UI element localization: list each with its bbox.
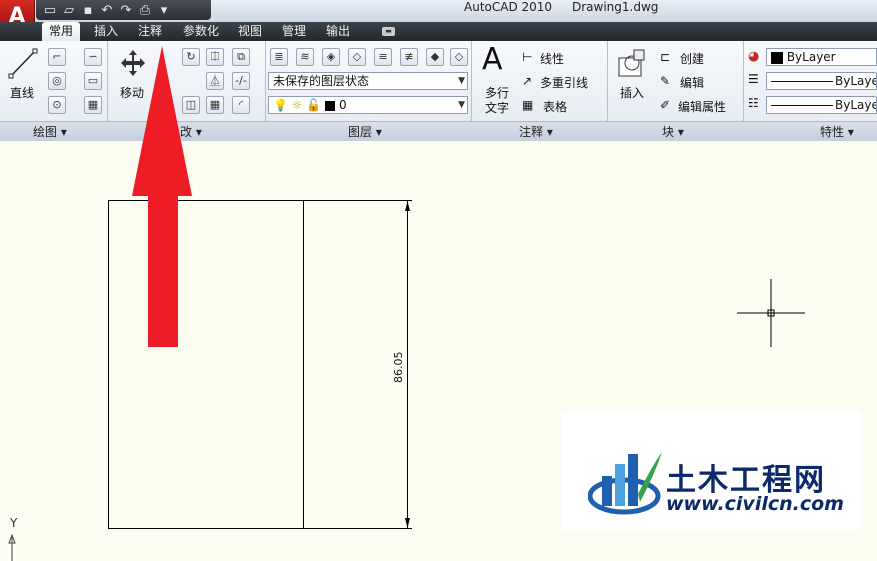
hatch-icon[interactable]: ▦ (84, 96, 102, 114)
dimension-text: 86.05 (392, 351, 405, 384)
multileader-label[interactable]: 多重引线 (540, 74, 588, 91)
rectangle-icon[interactable]: ▭ (84, 72, 102, 90)
color-wheel-icon: ◕ (748, 49, 760, 64)
multileader-icon[interactable]: ↗ (522, 74, 532, 88)
edit-block-icon[interactable]: ✎ (660, 74, 670, 88)
copy-icon[interactable]: ⧉ (232, 48, 250, 66)
layer-dropdown[interactable]: 💡 ☼ 🔓 0 ▼ (268, 96, 468, 114)
unlock-icon: 🔓 (306, 98, 322, 112)
chevron-down-icon: ▼ (458, 100, 465, 110)
mtext-label-2[interactable]: 文字 (485, 99, 509, 116)
watermark-logo (588, 452, 662, 515)
dropdown-icon[interactable]: ▾ (156, 3, 172, 18)
polyline-icon[interactable]: ⌐ (48, 48, 66, 66)
mtext-icon[interactable]: A (482, 42, 503, 77)
line-icon[interactable] (8, 48, 38, 80)
insert-block-icon[interactable] (616, 48, 648, 80)
current-layer-value: 0 (338, 98, 347, 112)
lightbulb-icon: 💡 (273, 98, 288, 112)
edit-attribute-icon[interactable]: ✐ (660, 98, 670, 112)
sun-icon: ☼ (291, 98, 303, 112)
crosshair-cursor (737, 279, 805, 347)
watermark-url: www.civilcn.com (666, 493, 844, 515)
layer-match-icon[interactable]: ≡ (374, 48, 392, 66)
layers-panel-title[interactable]: 图层 ▾ (348, 123, 382, 140)
color-value: ByLayer (786, 50, 836, 64)
color-swatch-icon (771, 51, 783, 64)
dimension-arrow-bottom (405, 518, 410, 528)
layer-previous-icon[interactable]: ≢ (400, 48, 418, 66)
edit-block-label[interactable]: 编辑 (680, 74, 704, 91)
linetype-dropdown[interactable]: ByLayer (766, 72, 877, 90)
edit-attribute-label[interactable]: 编辑属性 (678, 98, 726, 115)
ellipse-icon[interactable]: ⊙ (48, 96, 66, 114)
layer-lock-icon[interactable]: ◇ (450, 48, 468, 66)
annotation-panel-title[interactable]: 注释 ▾ (519, 123, 553, 140)
properties-panel-title[interactable]: 特性 ▾ (820, 123, 854, 140)
red-arrow-annotation (132, 46, 192, 347)
linetype-icon: ☰ (748, 72, 759, 86)
table-label[interactable]: 表格 (543, 98, 567, 115)
app-title: AutoCAD 2010 (464, 0, 553, 14)
linetype-value: ByLayer (835, 74, 876, 88)
spline-icon[interactable]: ∽ (84, 48, 102, 66)
mirror-icon[interactable]: ⏅ (206, 72, 224, 90)
layer-state-value: 未保存的图层状态 (273, 74, 370, 88)
layer-states-icon[interactable]: ≋ (296, 48, 314, 66)
quick-access-toolbar: ▭ ▱ ▪ ↶ ↷ ⎙ ▾ (36, 0, 211, 20)
dimension-arrow-top (405, 201, 410, 211)
lineweight-icon: ☷ (748, 96, 759, 110)
chamfer-icon[interactable]: ◜ (232, 96, 250, 114)
line-button-label[interactable]: 直线 (10, 84, 34, 101)
tab-view[interactable]: 视图 (230, 22, 270, 41)
tab-insert[interactable]: 插入 (86, 22, 126, 41)
ribbon-minimize-button[interactable]: ▬ (382, 27, 395, 36)
lineweight-value: ByLayer (835, 98, 876, 112)
draw-panel-title[interactable]: 绘图 ▾ (33, 123, 67, 140)
circle-icon[interactable]: ◎ (48, 72, 66, 90)
save-icon[interactable]: ▪ (80, 3, 96, 18)
plot-icon[interactable]: ⎙ (137, 3, 153, 18)
tab-annotate[interactable]: 注释 (130, 22, 170, 41)
block-panel-title[interactable]: 块 ▾ (662, 123, 684, 140)
document-title: Drawing1.dwg (572, 0, 659, 14)
table-icon[interactable]: ▦ (522, 98, 533, 112)
ucs-y-label: Y (10, 516, 18, 530)
layer-freeze-icon[interactable]: ◆ (426, 48, 444, 66)
tab-manage[interactable]: 管理 (274, 22, 314, 41)
linear-dimension-label[interactable]: 线性 (540, 50, 564, 67)
array-icon[interactable]: ▦ (206, 96, 224, 114)
open-icon[interactable]: ▱ (61, 3, 77, 18)
tab-home[interactable]: 常用 (42, 22, 80, 41)
redo-icon[interactable]: ↷ (118, 3, 134, 18)
insert-block-label[interactable]: 插入 (620, 84, 644, 101)
layer-isolate-icon[interactable]: ◈ (322, 48, 340, 66)
create-block-label[interactable]: 创建 (680, 50, 704, 67)
trim-icon[interactable]: ⎅ (206, 48, 224, 66)
chevron-down-icon: ▼ (458, 76, 465, 86)
new-icon[interactable]: ▭ (42, 3, 58, 18)
linear-dimension-icon[interactable]: ⊢ (522, 50, 532, 64)
fillet-icon[interactable]: -/- (232, 72, 250, 90)
tab-parametric[interactable]: 参数化 (176, 22, 226, 41)
ucs-icon (8, 533, 16, 561)
layer-properties-icon[interactable]: ≣ (270, 48, 288, 66)
layer-state-dropdown[interactable]: 未保存的图层状态 ▼ (268, 72, 468, 90)
layer-unisolate-icon[interactable]: ◇ (348, 48, 366, 66)
color-dropdown[interactable]: ByLayer (766, 48, 877, 66)
color-swatch-icon (325, 100, 336, 111)
tab-output[interactable]: 输出 (318, 22, 358, 41)
create-block-icon[interactable]: ⊏ (660, 50, 670, 64)
lineweight-dropdown[interactable]: ByLayer (766, 96, 877, 114)
undo-icon[interactable]: ↶ (99, 3, 115, 18)
